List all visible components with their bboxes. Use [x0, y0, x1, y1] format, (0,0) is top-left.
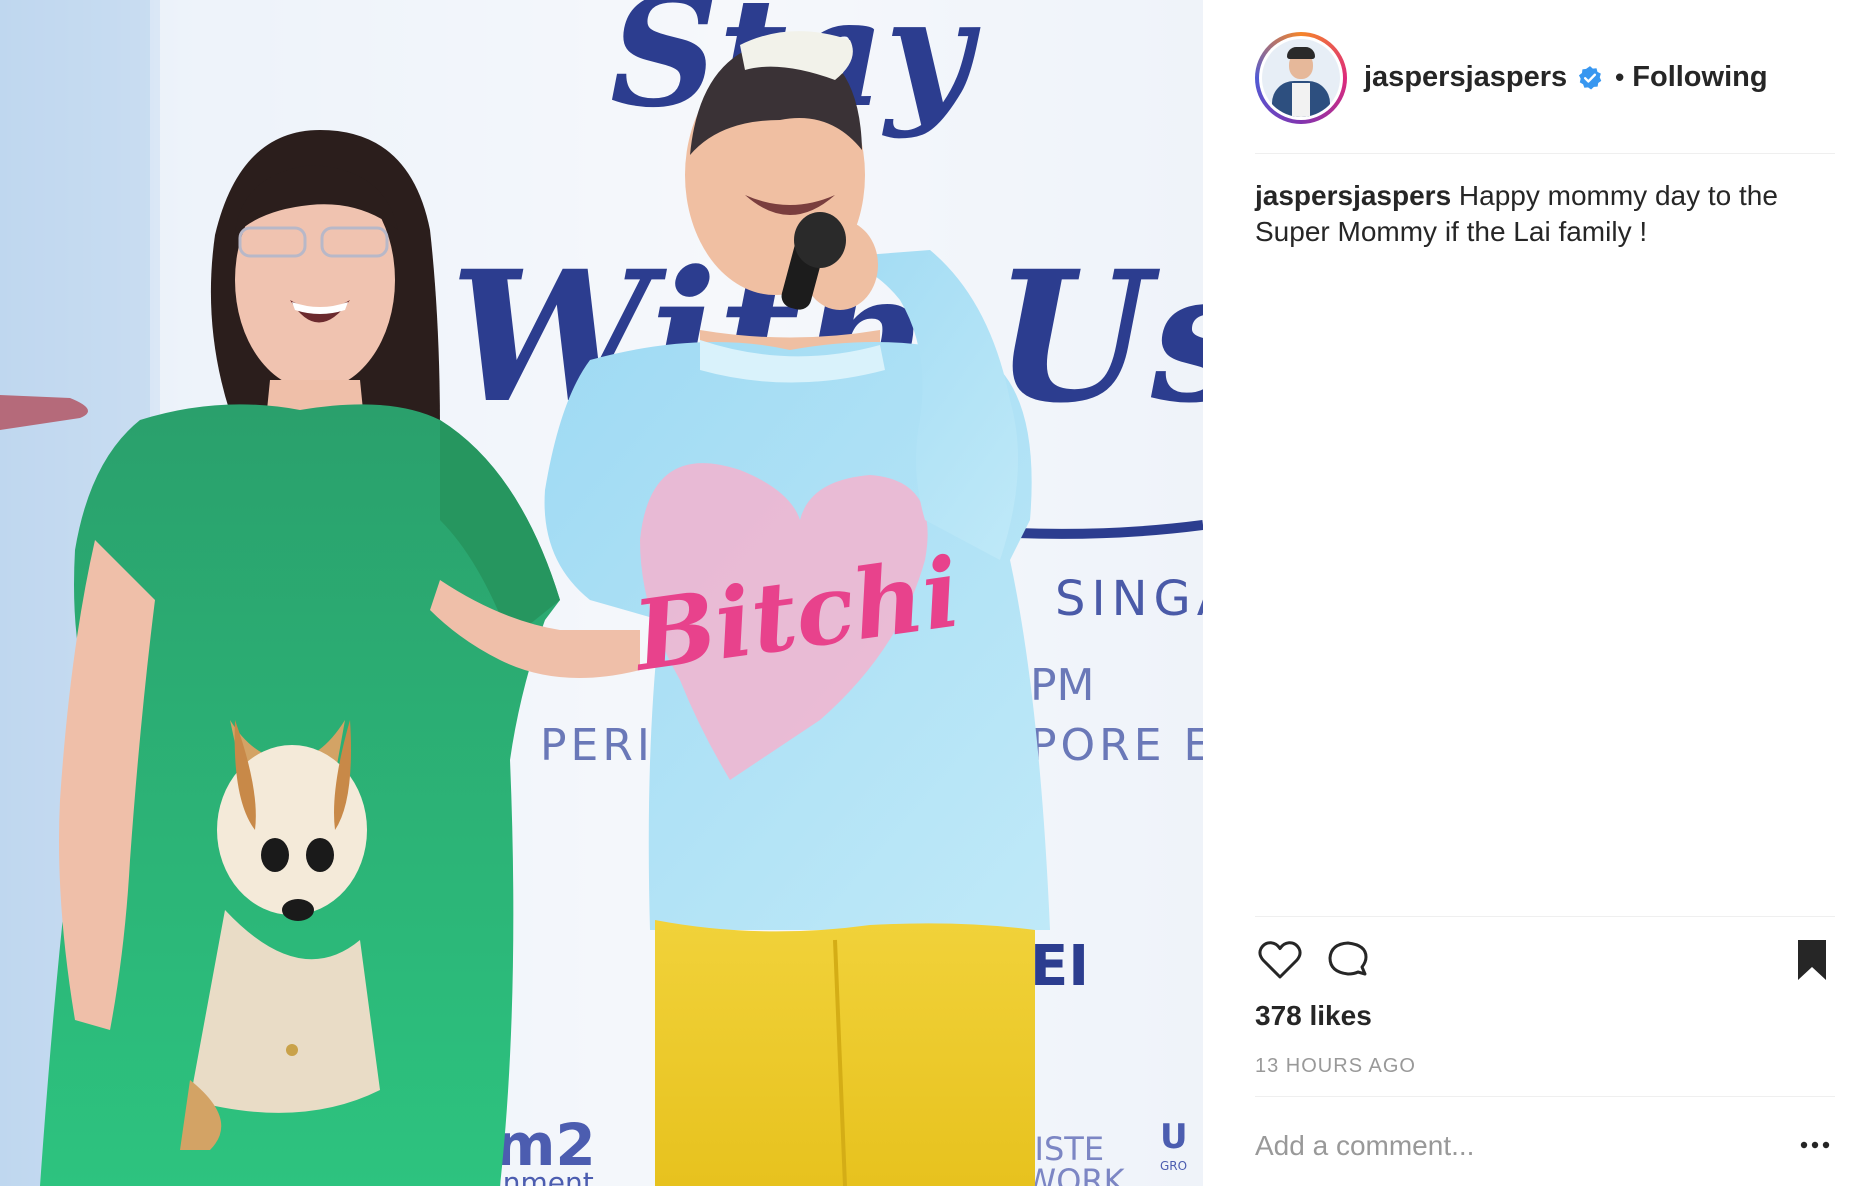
post-photo-canvas: Stay With Us SINGAP PERIDO PM PORE EXP E… — [0, 0, 1203, 1186]
heart-icon — [1258, 941, 1302, 979]
comment-bubble-icon — [1328, 941, 1368, 976]
actions-divider — [1255, 916, 1835, 917]
post-actions — [1255, 935, 1835, 985]
caption-username[interactable]: jaspersjaspers — [1255, 180, 1451, 211]
post-header: jaspersjaspers • Following — [1255, 30, 1768, 125]
comment-input[interactable] — [1255, 1125, 1785, 1167]
verified-badge-icon — [1579, 65, 1602, 89]
following-button[interactable]: Following — [1632, 61, 1767, 94]
banner-text-expo: PORE EXP — [1030, 720, 1203, 771]
avatar[interactable] — [1259, 35, 1343, 120]
sponsor-logo-u: U — [1160, 1117, 1188, 1157]
comment-divider — [1255, 1096, 1835, 1097]
bookmark-icon — [1798, 940, 1826, 980]
banner-text-pm: PM — [1030, 660, 1095, 711]
post-timestamp[interactable]: 13 HOURS AGO — [1255, 1055, 1416, 1078]
banner-text-singapore: SINGAP — [1055, 571, 1203, 627]
sponsor-logo-m2-sub: inment — [495, 1166, 594, 1186]
header-divider — [1255, 153, 1835, 154]
comment-button[interactable] — [1323, 935, 1373, 985]
like-button[interactable] — [1255, 935, 1305, 985]
likes-count[interactable]: 378 likes — [1255, 1000, 1372, 1032]
post-photo[interactable]: Stay With Us SINGAP PERIDO PM PORE EXP E… — [0, 0, 1203, 1186]
header-separator: • — [1615, 62, 1625, 92]
post-sidebar: jaspersjaspers • Following jaspersjasper… — [1203, 0, 1858, 1186]
more-options-button[interactable] — [1795, 1130, 1835, 1160]
avatar-story-ring[interactable] — [1255, 31, 1347, 124]
banner-text-ei: EI — [1030, 934, 1089, 999]
post-caption: jaspersjaspers Happy mommy day to the Su… — [1255, 178, 1815, 250]
avatar-image — [1262, 38, 1340, 117]
post-username[interactable]: jaspersjaspers — [1364, 61, 1567, 94]
more-options-icon — [1800, 1141, 1830, 1149]
sponsor-logo-u-sub: GRO — [1160, 1159, 1187, 1173]
save-button[interactable] — [1787, 935, 1837, 985]
